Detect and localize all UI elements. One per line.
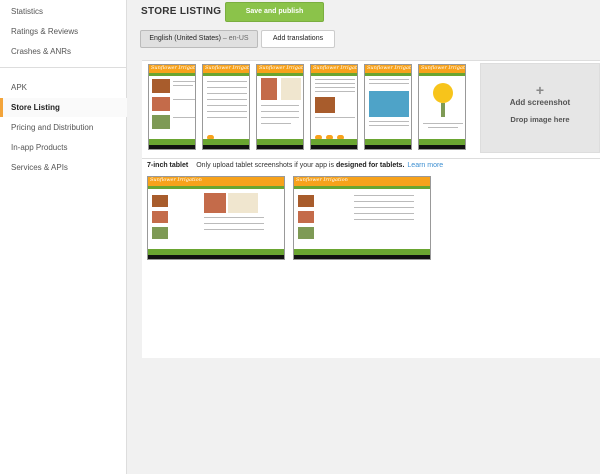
- tablet7-screenshot-2[interactable]: Sunflower Irrigation: [293, 176, 431, 260]
- sidebar: Statistics Ratings & Reviews Crashes & A…: [0, 0, 127, 474]
- phone-screenshot-1[interactable]: Sunflower Irrigation: [148, 64, 196, 150]
- tablet7-description: Only upload tablet screenshots if your a…: [196, 162, 405, 169]
- plus-icon: +: [535, 82, 545, 98]
- phone-screenshot-5[interactable]: Sunflower Irrigation: [364, 64, 412, 150]
- phone-screenshot-2[interactable]: Sunflower Irrigation: [202, 64, 250, 150]
- language-code: – en-US: [222, 35, 249, 42]
- language-label: English (United States): [149, 35, 221, 42]
- tablet7-learn-more-link[interactable]: Learn more: [407, 162, 443, 169]
- sidebar-divider: [0, 67, 127, 68]
- sidebar-item-crashes-anrs[interactable]: Crashes & ANRs: [0, 42, 127, 61]
- phone-screenshot-4[interactable]: Sunflower Irrigation: [310, 64, 358, 150]
- sidebar-item-store-listing[interactable]: Store Listing: [0, 98, 127, 117]
- phone-screenshots-section: Sunflower Irrigation Sunflower Irrigatio…: [142, 60, 600, 160]
- language-selector-button[interactable]: English (United States) – en-US: [140, 30, 258, 48]
- tablet7-title: 7-inch tablet: [147, 162, 189, 169]
- save-and-publish-button[interactable]: Save and publish: [225, 2, 324, 22]
- phone-add-screenshot-dropzone[interactable]: + Add screenshot Drop image here: [480, 63, 600, 153]
- sidebar-item-services-apis[interactable]: Services & APIs: [0, 158, 127, 177]
- page-title: STORE LISTING: [141, 6, 222, 17]
- tablet7-screenshot-1[interactable]: Sunflower Irrigation: [147, 176, 285, 260]
- tablet7-title-row: 7-inch tablet Only upload tablet screensh…: [147, 162, 443, 169]
- sidebar-item-apk[interactable]: APK: [0, 78, 127, 97]
- sidebar-item-in-app-products[interactable]: In-app Products: [0, 138, 127, 157]
- phone-screenshot-3[interactable]: Sunflower Irrigation: [256, 64, 304, 150]
- tablet7-section: 7-inch tablet Only upload tablet screensh…: [142, 158, 600, 358]
- phone-add-screenshot-label: Add screenshot: [509, 98, 571, 107]
- sidebar-item-statistics[interactable]: Statistics: [0, 2, 127, 21]
- sidebar-item-ratings-reviews[interactable]: Ratings & Reviews: [0, 22, 127, 41]
- phone-drop-image-label: Drop image here: [510, 115, 570, 124]
- phone-screenshot-6[interactable]: Sunflower Irrigation: [418, 64, 466, 150]
- page-header: STORE LISTING Save and publish English (…: [127, 0, 600, 60]
- add-translations-button[interactable]: Add translations: [261, 30, 335, 48]
- sidebar-item-pricing-distribution[interactable]: Pricing and Distribution: [0, 118, 127, 137]
